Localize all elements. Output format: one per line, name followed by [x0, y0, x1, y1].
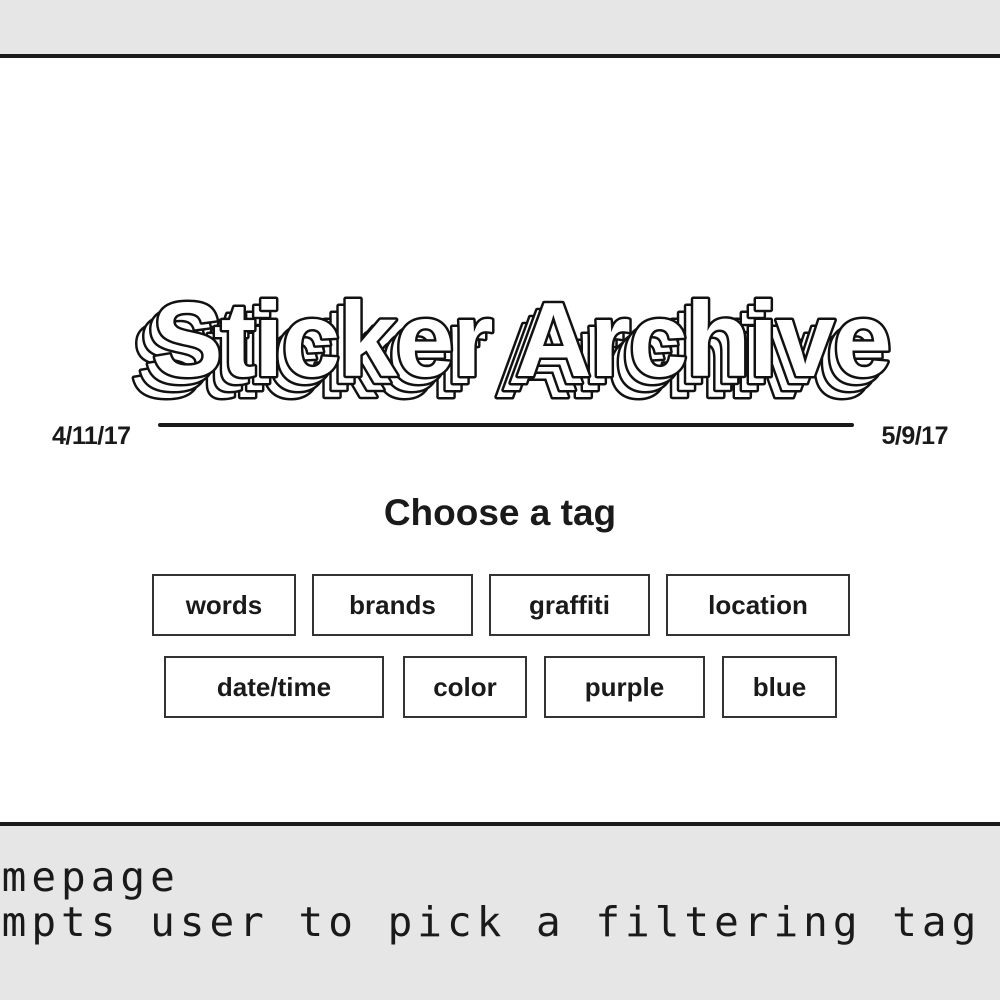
site-logo: Sticker Archive Sticker Archive Sticker …	[129, 279, 895, 423]
tag-prompt-heading: Choose a tag	[383, 492, 617, 533]
annotation-line-1: omepage	[0, 853, 180, 901]
timeline-bar[interactable]	[158, 423, 854, 427]
tag-button-location[interactable]: location	[666, 574, 850, 636]
tag-button-color[interactable]: color	[403, 656, 527, 718]
tag-button-blue[interactable]: blue	[722, 656, 837, 718]
timeline-end-date: 5/9/17	[881, 422, 948, 450]
timeline-start-date: 4/11/17	[52, 422, 131, 450]
annotation-line-2: ompts user to pick a filtering tag	[0, 898, 982, 946]
tag-button-words[interactable]: words	[152, 574, 296, 636]
tag-button-date-time[interactable]: date/time	[164, 656, 384, 718]
tag-button-graffiti[interactable]: graffiti	[489, 574, 650, 636]
tag-button-purple[interactable]: purple	[544, 656, 705, 718]
site-title: Sticker Archive	[152, 281, 890, 399]
tag-button-brands[interactable]: brands	[312, 574, 473, 636]
